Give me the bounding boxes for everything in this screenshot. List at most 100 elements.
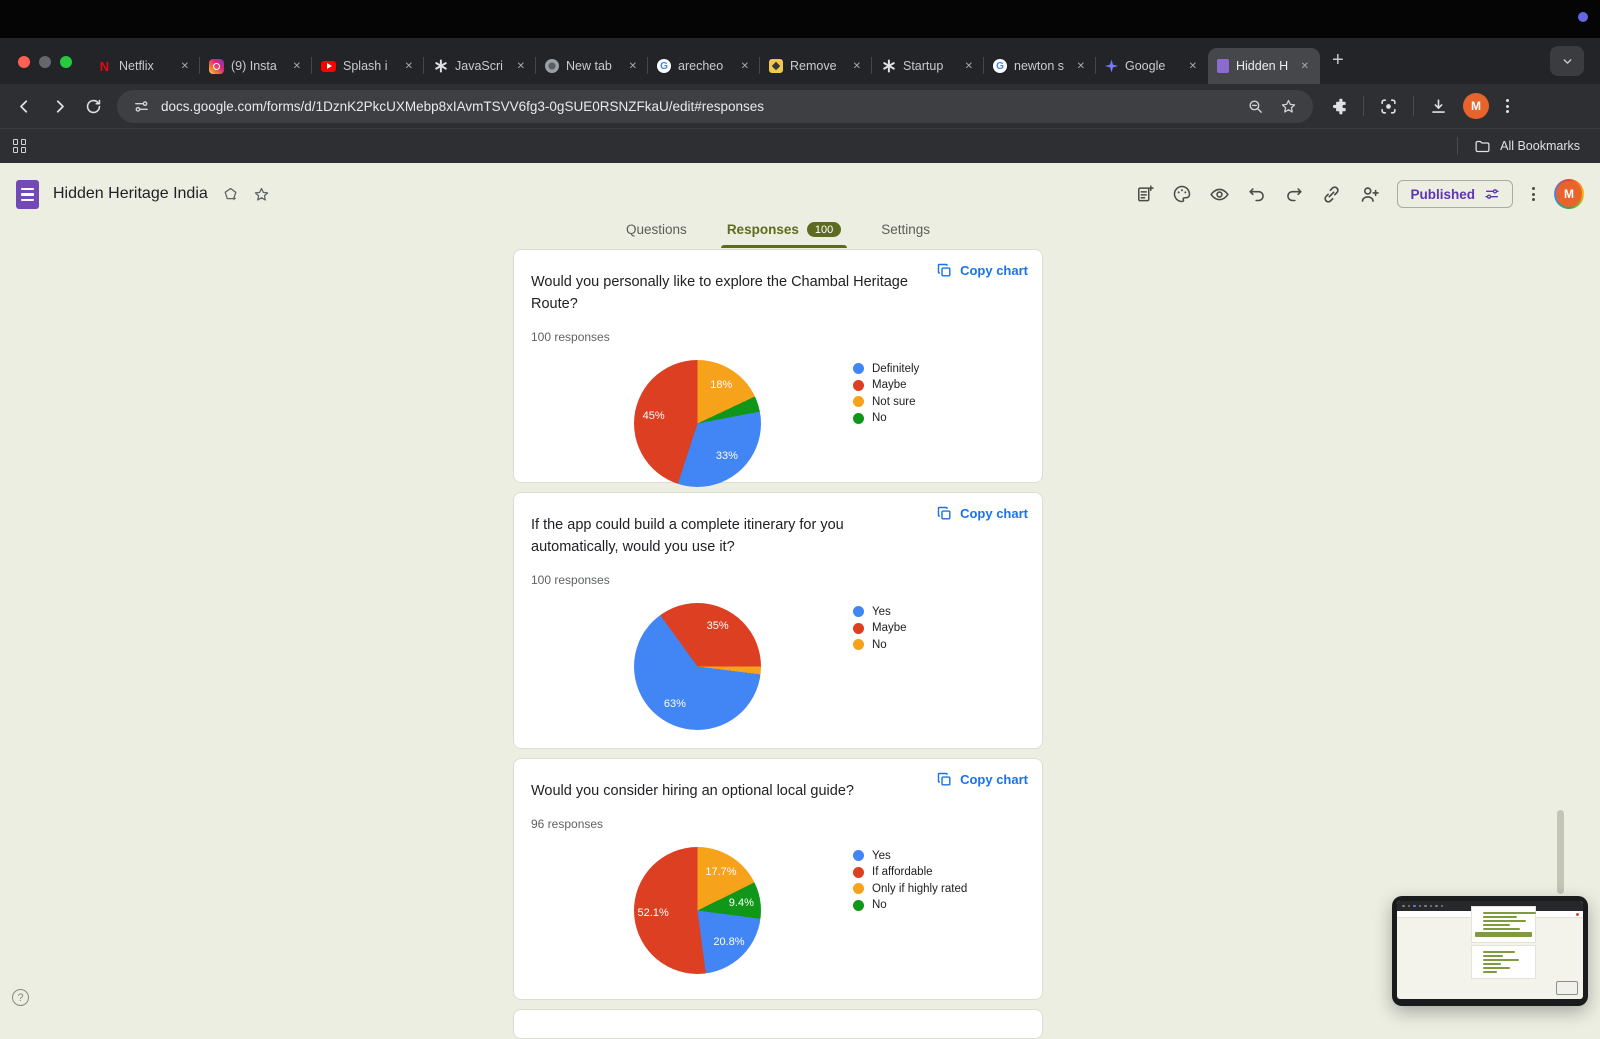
- tab-close-button[interactable]: ✕: [739, 59, 751, 74]
- zoom-window-button[interactable]: [60, 56, 72, 68]
- browser-tab-startup[interactable]: Startup ✕: [872, 48, 984, 84]
- response-chart-card: Copy chart Would you personally like to …: [513, 249, 1043, 487]
- browser-tab-arecheo[interactable]: Garecheo ✕: [648, 48, 760, 84]
- chart-row: 18% 33% 45% Definitely Maybe Not sure No: [531, 359, 1026, 487]
- redo-button[interactable]: [1284, 184, 1304, 204]
- toolbar-divider: [1413, 96, 1414, 116]
- legend-label: Definitely: [872, 362, 920, 375]
- tab-strip: N Netflix ✕ (9) Insta ✕ Splash i ✕ JavaScri ✕ New…: [88, 48, 1320, 84]
- toolbar-divider: [1363, 96, 1364, 116]
- copy-link-button[interactable]: [1321, 184, 1342, 205]
- browser-tab-netflix[interactable]: N Netflix ✕: [88, 48, 200, 84]
- preview-button[interactable]: [1209, 184, 1230, 205]
- bookmark-star-button[interactable]: [1280, 98, 1297, 115]
- browser-tab-hidden-h[interactable]: Hidden H ✕: [1208, 48, 1320, 84]
- eye-icon: [1210, 188, 1230, 200]
- url-bar[interactable]: docs.google.com/forms/d/1DznK2PkcUXMebp8…: [117, 89, 1313, 123]
- extensions-button[interactable]: [1329, 97, 1348, 116]
- scrollbar-thumb[interactable]: [1557, 810, 1564, 894]
- customize-theme-button[interactable]: [1172, 184, 1192, 204]
- chart-row: 35% 63% Yes Maybe No: [531, 602, 1026, 730]
- responses-count: 100 responses: [531, 572, 610, 587]
- browser-tab-splash-i[interactable]: Splash i ✕: [312, 48, 424, 84]
- back-button[interactable]: [14, 96, 35, 117]
- copy-chart-button[interactable]: Copy chart: [936, 505, 1028, 522]
- tab-search-chevron-button[interactable]: [1550, 46, 1584, 76]
- move-to-folder-button[interactable]: [222, 186, 239, 203]
- published-button[interactable]: Published: [1397, 180, 1513, 208]
- window-controls: [18, 56, 72, 68]
- tab-label: Netflix: [119, 59, 154, 73]
- legend-color-dot: [853, 363, 864, 374]
- browser-tab-javascri[interactable]: JavaScri ✕: [424, 48, 536, 84]
- form-title[interactable]: Hidden Heritage India: [53, 185, 208, 203]
- copy-icon: [937, 506, 951, 520]
- tab-close-button[interactable]: ✕: [179, 59, 191, 74]
- copy-chart-button[interactable]: Copy chart: [936, 262, 1028, 279]
- browser-tab-remove[interactable]: Remove ✕: [760, 48, 872, 84]
- star-form-button[interactable]: [253, 186, 270, 203]
- tab-close-button[interactable]: ✕: [851, 59, 863, 74]
- response-chart-card: Copy chart Would you consider hiring an …: [513, 758, 1043, 1000]
- add-collaborators-button[interactable]: [1359, 184, 1380, 205]
- apps-grid-button[interactable]: [13, 138, 26, 154]
- tab-label: Splash i: [343, 59, 388, 73]
- tab-close-button[interactable]: ✕: [1187, 59, 1199, 74]
- downloads-button[interactable]: [1429, 97, 1448, 116]
- response-chart-card-partial: [513, 1009, 1043, 1039]
- copy-chart-label: Copy chart: [960, 263, 1028, 278]
- screen-share-preview-window[interactable]: [1392, 896, 1588, 1006]
- undo-button[interactable]: [1247, 184, 1267, 204]
- chart-legend: Definitely Maybe Not sure No: [853, 363, 919, 487]
- copy-chart-button[interactable]: Copy chart: [936, 771, 1028, 788]
- add-ons-button[interactable]: [1135, 184, 1155, 204]
- url-text: docs.google.com/forms/d/1DznK2PkcUXMebp8…: [161, 98, 765, 114]
- help-button[interactable]: ?: [12, 989, 29, 1006]
- lens-icon: [1381, 98, 1396, 114]
- forward-icon: [56, 99, 64, 113]
- legend-label: Maybe: [872, 622, 907, 634]
- tab-close-button[interactable]: ✕: [291, 59, 303, 74]
- browser-tab-newton-s[interactable]: Gnewton s ✕: [984, 48, 1096, 84]
- browser-profile-avatar[interactable]: M: [1463, 93, 1489, 119]
- zoom-page-button[interactable]: [1247, 98, 1264, 115]
- browser-tab-google[interactable]: Google ✕: [1096, 48, 1208, 84]
- tab-close-button[interactable]: ✕: [1299, 59, 1311, 74]
- tab-close-button[interactable]: ✕: [515, 59, 527, 74]
- forward-button[interactable]: [49, 96, 70, 117]
- browser-menu-button[interactable]: [1504, 97, 1511, 115]
- tab-close-button[interactable]: ✕: [1075, 59, 1087, 74]
- reload-button[interactable]: [84, 97, 103, 116]
- all-bookmarks-button[interactable]: All Bookmarks: [1457, 137, 1580, 155]
- legend-label: Yes: [872, 849, 891, 862]
- legend-item: If affordable: [853, 866, 967, 878]
- account-avatar[interactable]: M: [1554, 179, 1584, 209]
- site-info-icon[interactable]: [133, 98, 150, 115]
- chrome-favicon-icon: [545, 59, 559, 73]
- tab-label: newton s: [1014, 59, 1065, 73]
- tab-questions[interactable]: Questions: [624, 211, 689, 248]
- chart-legend: Yes If affordable Only if highly rated No: [853, 850, 967, 974]
- tab-label: Remove: [790, 59, 837, 73]
- tab-label: arecheo: [678, 59, 724, 73]
- close-window-button[interactable]: [18, 56, 30, 68]
- tab-responses[interactable]: Responses 100: [720, 211, 848, 248]
- tab-close-button[interactable]: ✕: [963, 59, 975, 74]
- gemini-favicon-icon: [1105, 59, 1118, 73]
- tab-close-button[interactable]: ✕: [627, 59, 639, 74]
- screen-capture-button[interactable]: [1379, 97, 1398, 116]
- undo-icon: [1249, 188, 1265, 202]
- preview-mini-window: [1556, 981, 1578, 995]
- preview-record-dot: [1576, 913, 1579, 916]
- browser-tab-9-insta[interactable]: (9) Insta ✕: [200, 48, 312, 84]
- google-forms-logo-icon[interactable]: [16, 179, 39, 209]
- forms-more-menu-button[interactable]: [1530, 185, 1537, 203]
- minimize-window-button[interactable]: [39, 56, 51, 68]
- tab-questions-label: Questions: [626, 222, 687, 237]
- copy-icon: [937, 263, 951, 277]
- new-tab-button[interactable]: +: [1332, 50, 1344, 70]
- browser-tab-new-tab[interactable]: New tab ✕: [536, 48, 648, 84]
- tab-settings[interactable]: Settings: [879, 211, 932, 248]
- tab-close-button[interactable]: ✕: [403, 59, 415, 74]
- pie-slice-percentage: 45%: [642, 410, 665, 423]
